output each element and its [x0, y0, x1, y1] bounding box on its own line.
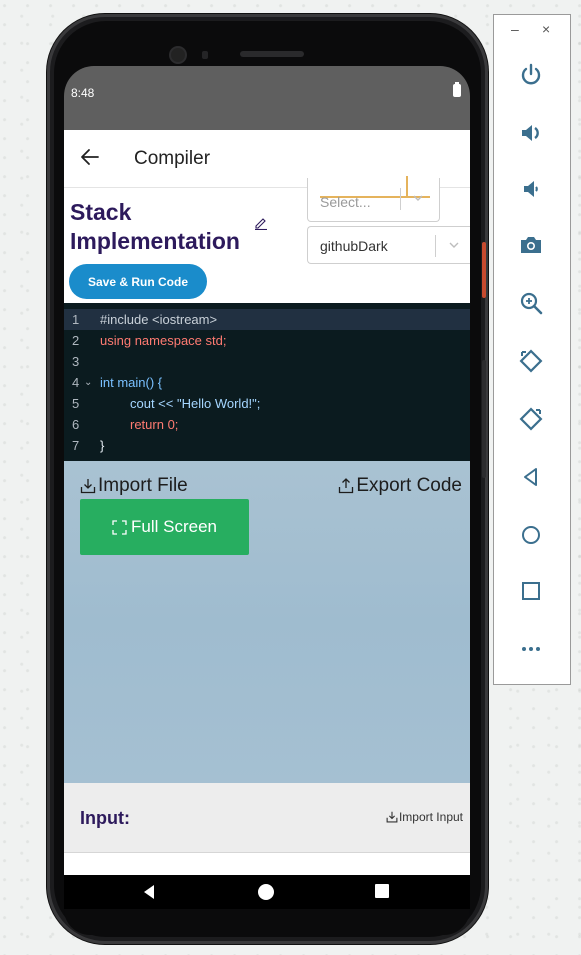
code-text: } [100, 438, 105, 453]
theme-select-value: githubDark [320, 238, 388, 254]
input-textarea[interactable] [64, 853, 470, 875]
rotate-left-icon [519, 349, 543, 373]
theme-select[interactable]: githubDark [307, 226, 470, 264]
chevron-down-icon [413, 195, 423, 201]
output-pane: Import File Export Code Full Screen [64, 461, 470, 783]
line-number: 1 [72, 312, 80, 327]
line-number: 5 [72, 396, 80, 411]
chevron-down-icon [449, 242, 459, 248]
input-label: Input: [80, 808, 130, 828]
status-time: 8:48 [71, 86, 95, 100]
import-input-button[interactable]: Import Input [386, 810, 463, 824]
full-screen-label: Full Screen [131, 517, 217, 536]
volume-up-button[interactable] [517, 119, 545, 147]
code-line: 3 [64, 351, 470, 372]
overview-square-icon [522, 582, 540, 600]
import-file-label: Import File [98, 475, 188, 496]
code-text: #include <iostream> [100, 312, 218, 327]
import-file-button[interactable]: Import File [80, 475, 188, 497]
export-code-label: Export Code [356, 475, 462, 496]
code-editor[interactable]: 1 #include <iostream> 2 using namespace … [64, 303, 470, 461]
code-text: using namespace std; [100, 333, 227, 348]
front-camera [171, 48, 185, 62]
language-select[interactable]: Select... [307, 176, 440, 222]
rotate-right-button[interactable] [517, 405, 545, 433]
proximity-sensor [202, 51, 208, 59]
volume-up-icon [522, 125, 539, 141]
system-nav-bar [64, 875, 470, 909]
minimize-button[interactable]: – [511, 21, 519, 37]
language-select-placeholder: Select... [320, 194, 371, 210]
input-section: Input: Import Input [64, 783, 470, 853]
device-screen: 8:48 Compiler Stack Implementation Selec… [64, 66, 470, 909]
select-separator [400, 188, 401, 210]
line-number: 3 [72, 354, 80, 369]
export-code-button[interactable]: Export Code [338, 475, 462, 497]
select-separator [435, 235, 436, 257]
earpiece-speaker [240, 51, 304, 57]
power-icon [521, 63, 541, 85]
program-header: Stack Implementation Select... githubDar… [64, 176, 470, 303]
camera-icon [521, 237, 541, 253]
code-text: cout << "Hello World!"; [130, 396, 261, 411]
nav-home-icon[interactable] [258, 884, 274, 900]
power-side-button[interactable] [482, 242, 486, 298]
import-input-label: Import Input [398, 810, 463, 824]
emu-back-button[interactable] [517, 463, 545, 491]
volume-side-button[interactable] [482, 360, 486, 478]
volume-down-button[interactable] [517, 175, 545, 203]
app-title: Compiler [134, 148, 211, 169]
line-number: 6 [72, 417, 80, 432]
emu-more-button[interactable] [517, 635, 545, 663]
back-triangle-icon [524, 468, 537, 486]
phone-chin [64, 909, 470, 935]
fullscreen-icon [112, 519, 127, 535]
zoom-button[interactable] [517, 289, 545, 317]
volume-down-icon [524, 181, 538, 197]
power-button[interactable] [517, 61, 545, 89]
edit-pencil-icon[interactable] [254, 216, 268, 230]
rotate-left-button[interactable] [517, 347, 545, 375]
download-tray-icon [386, 811, 398, 823]
emu-home-button[interactable] [517, 521, 545, 549]
save-run-button[interactable]: Save & Run Code [69, 264, 207, 299]
rotate-right-icon [519, 407, 543, 431]
upload-tray-icon [339, 478, 354, 494]
code-text: int main() { [100, 375, 163, 390]
close-button[interactable]: × [542, 21, 550, 37]
battery-icon [453, 82, 461, 97]
nav-recents-icon[interactable] [375, 884, 389, 898]
emu-overview-button[interactable] [517, 577, 545, 605]
select-highlight-tick [406, 176, 408, 196]
line-number: 2 [72, 333, 80, 348]
download-tray-icon [80, 479, 96, 494]
code-line: 6 return 0; [64, 414, 470, 435]
code-line: 2 using namespace std; [64, 330, 470, 351]
back-arrow-icon[interactable] [78, 145, 102, 169]
line-number: 7 [72, 438, 80, 453]
zoom-icon [520, 292, 543, 315]
code-line: 4 ⌄ int main() { [64, 372, 470, 393]
more-icon [522, 647, 540, 651]
code-text: return 0; [130, 417, 179, 432]
program-title: Stack Implementation [70, 199, 240, 254]
code-line: 1 #include <iostream> [64, 309, 470, 330]
emulator-toolbar: – × [493, 14, 571, 685]
code-line: 5 cout << "Hello World!"; [64, 393, 470, 414]
home-circle-icon [522, 526, 540, 544]
status-bar: 8:48 [64, 66, 470, 130]
full-screen-button[interactable]: Full Screen [80, 499, 249, 555]
screenshot-button[interactable] [517, 231, 545, 259]
fold-marker[interactable]: ⌄ [84, 372, 92, 393]
nav-back-icon[interactable] [141, 884, 157, 900]
code-line: 7 } [64, 435, 470, 456]
